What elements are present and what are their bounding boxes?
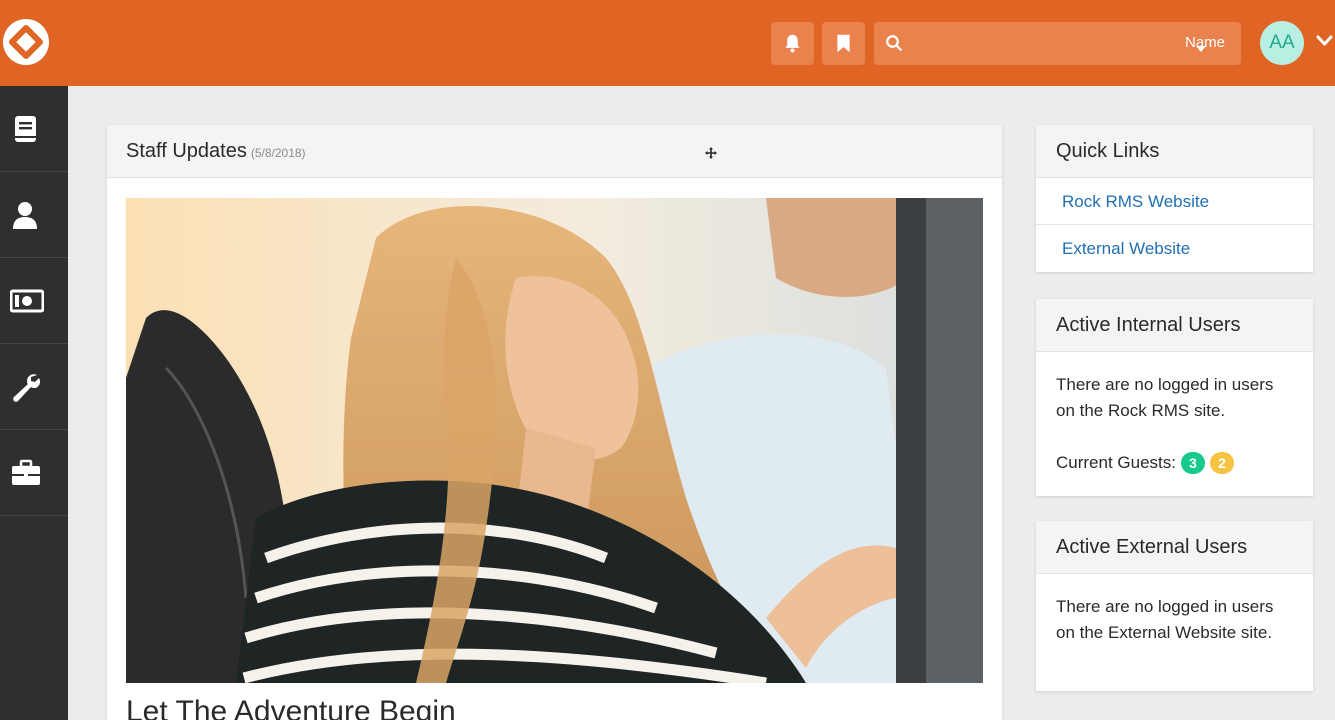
rock-logo-icon[interactable] [3,19,49,65]
current-guests: Current Guests: 3 2 [1056,450,1293,476]
sidebar-item-tools[interactable] [0,344,68,430]
move-icon[interactable] [705,147,717,159]
staff-updates-header: Staff Updates (5/8/2018) [107,125,1002,178]
bell-icon [785,34,800,53]
top-bar: Name AA [0,0,1335,86]
quick-link-rock-rms[interactable]: Rock RMS Website [1036,178,1313,225]
notifications-button[interactable] [771,22,814,65]
briefcase-icon [12,459,40,485]
avatar[interactable]: AA [1260,21,1304,65]
panel-title: Staff Updates [126,140,247,162]
caret-down-icon [1195,46,1206,52]
sidebar-item-finance[interactable] [0,258,68,344]
sidebar-item-pages[interactable] [0,86,68,172]
search-icon [886,35,902,51]
chevron-down-icon[interactable] [1316,35,1333,47]
current-guests-label: Current Guests: [1056,453,1176,472]
article-title[interactable]: Let The Adventure Begin [126,695,456,720]
quick-links-panel: Quick Links Rock RMS Website External We… [1036,125,1313,272]
guest-count-badge: 3 [1181,452,1205,474]
sidebar [0,86,68,720]
guest-count-badge: 2 [1210,452,1234,474]
quick-links-list: Rock RMS Website External Website [1036,178,1313,272]
internal-users-body: There are no logged in users on the Rock… [1036,352,1313,496]
sidebar-item-people[interactable] [0,172,68,258]
panel-date: (5/8/2018) [250,146,306,160]
person-icon [13,202,37,229]
bookmark-icon [837,34,850,53]
external-users-message: There are no logged in users on the Exte… [1056,597,1274,642]
money-icon [10,289,44,313]
internal-users-title: Active Internal Users [1036,299,1313,352]
active-external-users-panel: Active External Users There are no logge… [1036,521,1313,691]
search-box[interactable]: Name [874,22,1241,65]
wrench-icon [13,374,40,402]
external-users-body: There are no logged in users on the Exte… [1036,574,1313,666]
active-internal-users-panel: Active Internal Users There are no logge… [1036,299,1313,496]
quick-links-title: Quick Links [1036,125,1313,178]
quick-link-external-website[interactable]: External Website [1036,225,1313,272]
staff-updates-panel: Staff Updates (5/8/2018) Let The Adventu… [107,125,1002,720]
book-icon [15,116,36,142]
external-users-title: Active External Users [1036,521,1313,574]
sidebar-item-admin[interactable] [0,430,68,516]
search-input[interactable] [912,30,1152,57]
internal-users-message: There are no logged in users on the Rock… [1056,375,1274,420]
article-hero-image [126,198,983,683]
bookmarks-button[interactable] [822,22,865,65]
search-filter-dropdown[interactable]: Name [1185,34,1225,52]
